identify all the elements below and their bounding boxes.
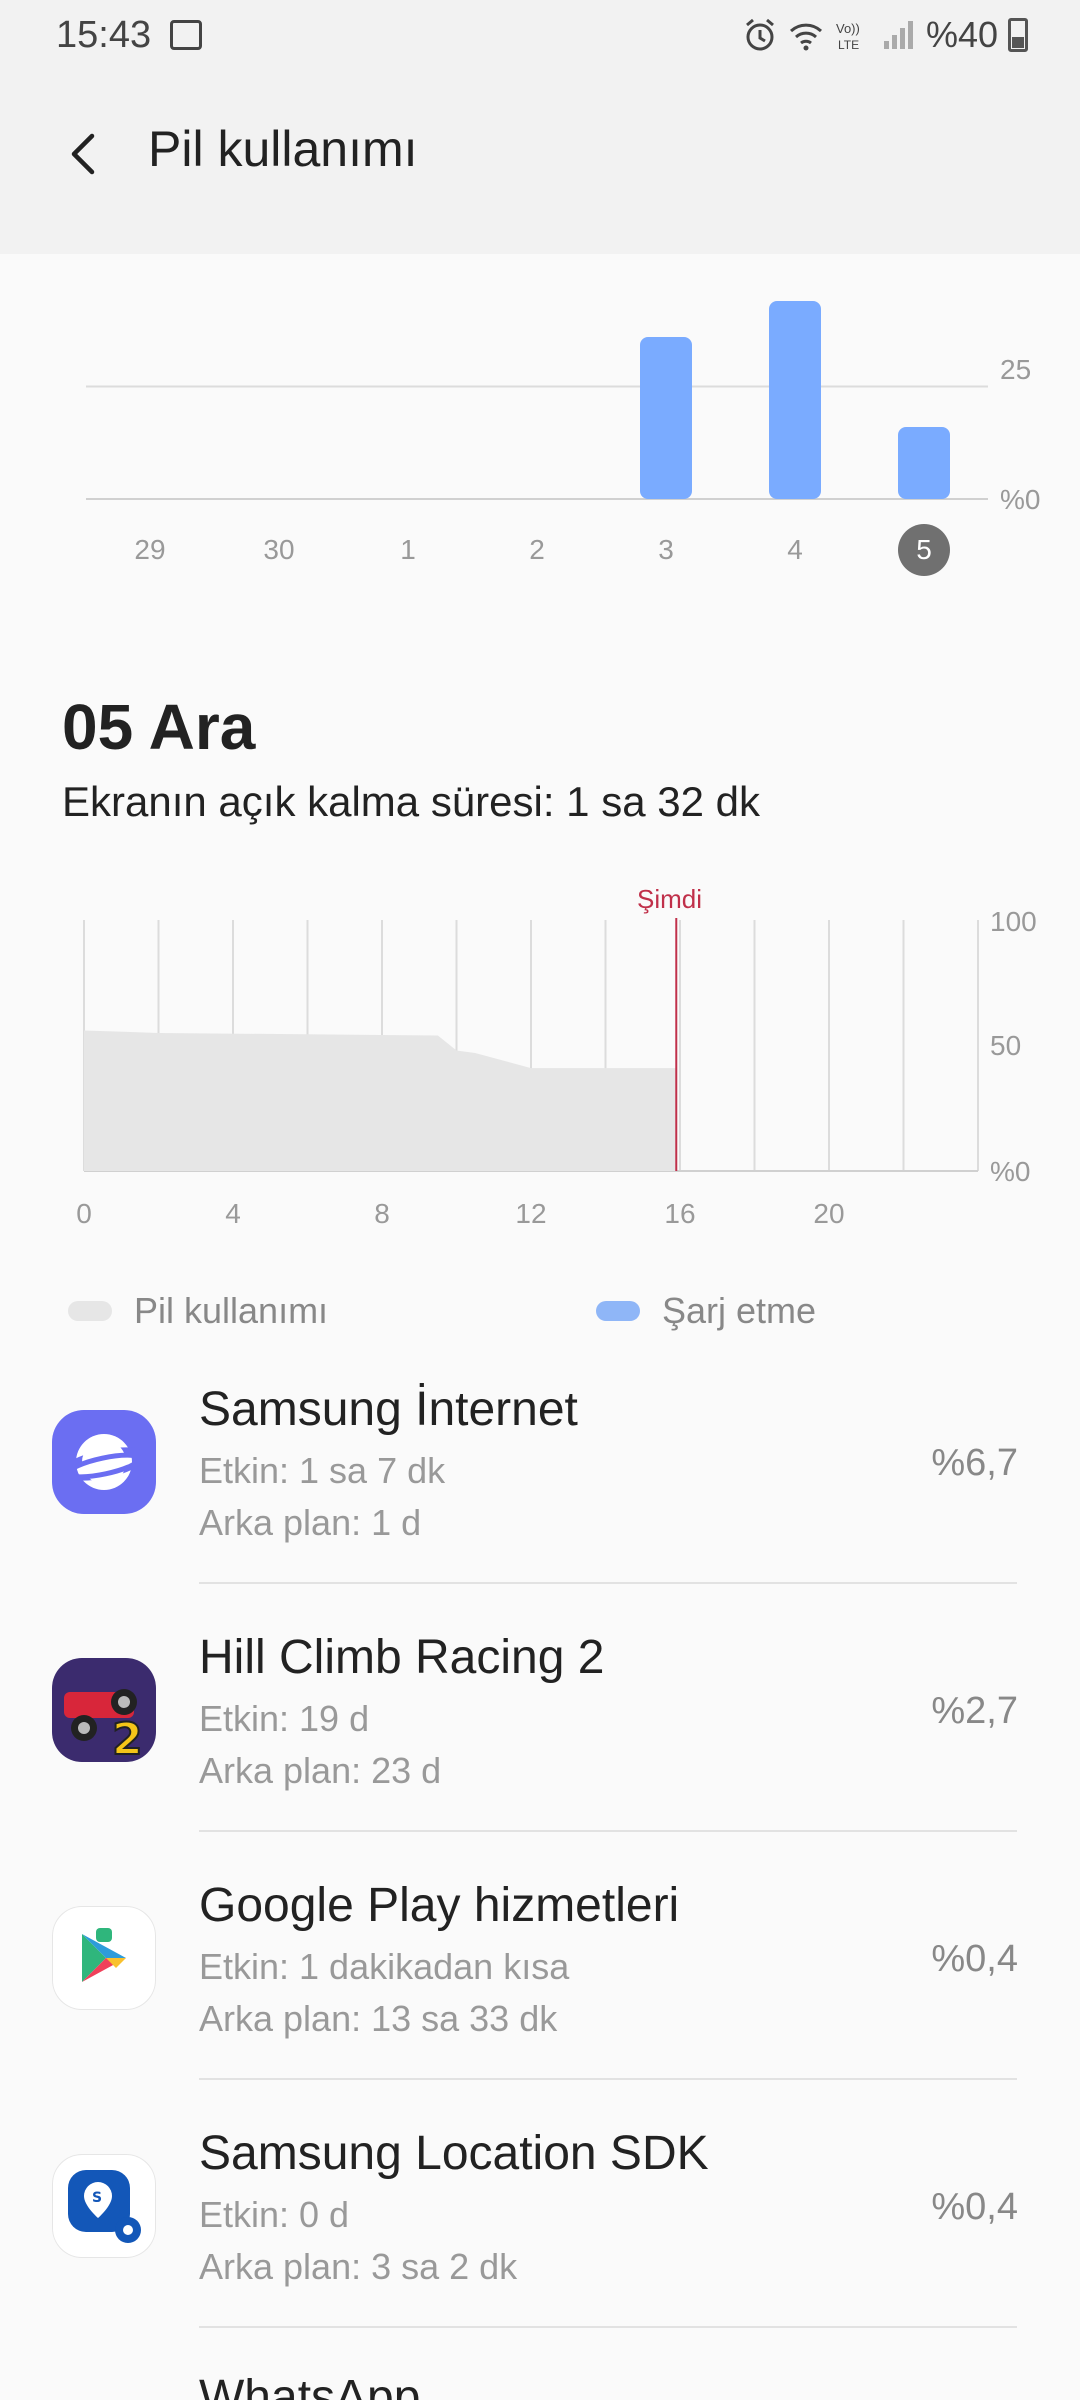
row-divider [199, 2326, 1017, 2328]
day-x-label-20: 20 [813, 1198, 845, 1229]
app-percent: %0,4 [931, 2186, 1018, 2228]
legend-usage-swatch [68, 1301, 112, 1321]
signal-icon [883, 21, 913, 49]
weekly-day-2[interactable]: 2 [497, 524, 577, 576]
battery-level-area [84, 1030, 677, 1171]
google-play-services-icon [52, 1906, 156, 2010]
app-name: Hill Climb Racing 2 [199, 1631, 605, 1684]
day-x-label-12: 12 [515, 1198, 547, 1229]
app-row-samsung-location-sdk[interactable]: S Samsung Location SDK Etkin: 0 d Arka p… [0, 2106, 1080, 2352]
app-percent: %6,7 [931, 1442, 1018, 1484]
day-x-label-0: 0 [76, 1198, 92, 1229]
day-y-label-0: %0 [990, 1156, 1031, 1187]
day-y-label-100: 100 [990, 906, 1037, 937]
svg-text:LTE: LTE [838, 38, 859, 52]
volte-icon: Vo)) LTE [836, 21, 860, 52]
app-active-time: Etkin: 19 d [199, 1698, 370, 1739]
app-background-time: Arka plan: 1 d [199, 1502, 422, 1543]
screen-on-time: Ekranın açık kalma süresi: 1 sa 32 dk [62, 778, 760, 825]
app-row-samsung-internet[interactable]: Samsung İnternet Etkin: 1 sa 7 dk Arka p… [0, 1362, 1080, 1608]
app-active-time: Etkin: 0 d [199, 2194, 350, 2235]
weekly-bar-5 [898, 427, 950, 499]
samsung-internet-icon [52, 1410, 156, 1514]
selected-date: 05 Ara [62, 691, 256, 763]
back-arrow-icon[interactable] [56, 124, 116, 184]
app-name: WhatsApp [199, 2371, 421, 2400]
now-label: Şimdi [637, 884, 703, 914]
weekly-y-label-25: 25 [1000, 354, 1032, 385]
app-row-google-play-services[interactable]: Google Play hizmetleri Etkin: 1 dakikada… [0, 1858, 1080, 2104]
svg-text:Vo)): Vo)) [836, 21, 860, 36]
samsung-location-sdk-icon: S [52, 2154, 156, 2258]
legend-usage-label: Pil kullanımı [134, 1290, 329, 1331]
app-background-time: Arka plan: 23 d [199, 1750, 442, 1791]
day-x-label-16: 16 [664, 1198, 696, 1229]
legend-charging: Şarj etme [596, 1290, 816, 1332]
weekly-bar-4 [769, 301, 821, 499]
weekly-day-3[interactable]: 3 [626, 524, 706, 576]
page-title: Pil kullanımı [148, 121, 418, 177]
weekly-y-label-0: %0 [1000, 484, 1041, 515]
battery-percent: %40 [925, 14, 998, 55]
app-name: Google Play hizmetleri [199, 1879, 680, 1932]
status-bar: 15:43 Vo)) LTE %40 [0, 0, 1080, 76]
svg-text:S: S [92, 2190, 102, 2206]
app-active-time: Etkin: 1 dakikadan kısa [199, 1946, 570, 1987]
svg-text:2: 2 [112, 1714, 143, 1762]
row-divider [199, 1830, 1017, 1832]
weekly-bar-3 [640, 337, 692, 499]
day-y-label-50: 50 [990, 1030, 1022, 1061]
app-active-time: Etkin: 1 sa 7 dk [199, 1450, 446, 1491]
hill-climb-racing-2-icon: 2 [52, 1658, 156, 1762]
day-x-label-4: 4 [225, 1198, 241, 1229]
wifi-icon [789, 23, 822, 51]
day-x-label-8: 8 [374, 1198, 390, 1229]
weekly-day-4[interactable]: 4 [755, 524, 835, 576]
weekly-day-5[interactable]: 5 [898, 524, 950, 576]
row-divider [199, 1582, 1017, 1584]
app-background-time: Arka plan: 3 sa 2 dk [199, 2246, 518, 2287]
legend-charging-label: Şarj etme [662, 1290, 817, 1331]
app-row-hill-climb-racing-2[interactable]: 2 Hill Climb Racing 2 Etkin: 19 d Arka p… [0, 1610, 1080, 1856]
app-background-time: Arka plan: 13 sa 33 dk [199, 1998, 558, 2039]
status-time: 15:43 [56, 14, 152, 56]
daily-battery-chart [83, 918, 979, 1172]
app-percent: %0,4 [931, 1938, 1018, 1980]
legend-usage: Pil kullanımı [68, 1290, 328, 1332]
weekly-day-30[interactable]: 30 [239, 524, 319, 576]
gallery-notification-icon [170, 20, 202, 50]
app-name: Samsung İnternet [199, 1383, 578, 1436]
app-row-whatsapp[interactable]: WhatsApp [0, 2354, 1080, 2400]
app-percent: %2,7 [931, 1690, 1018, 1732]
row-divider [199, 2078, 1017, 2080]
weekly-day-1[interactable]: 1 [368, 524, 448, 576]
battery-icon [1008, 18, 1028, 52]
legend-charging-swatch [596, 1301, 640, 1321]
weekly-day-29[interactable]: 29 [110, 524, 190, 576]
alarm-icon [745, 18, 774, 51]
app-bar: Pil kullanımı [0, 76, 1080, 254]
app-name: Samsung Location SDK [199, 2127, 709, 2180]
